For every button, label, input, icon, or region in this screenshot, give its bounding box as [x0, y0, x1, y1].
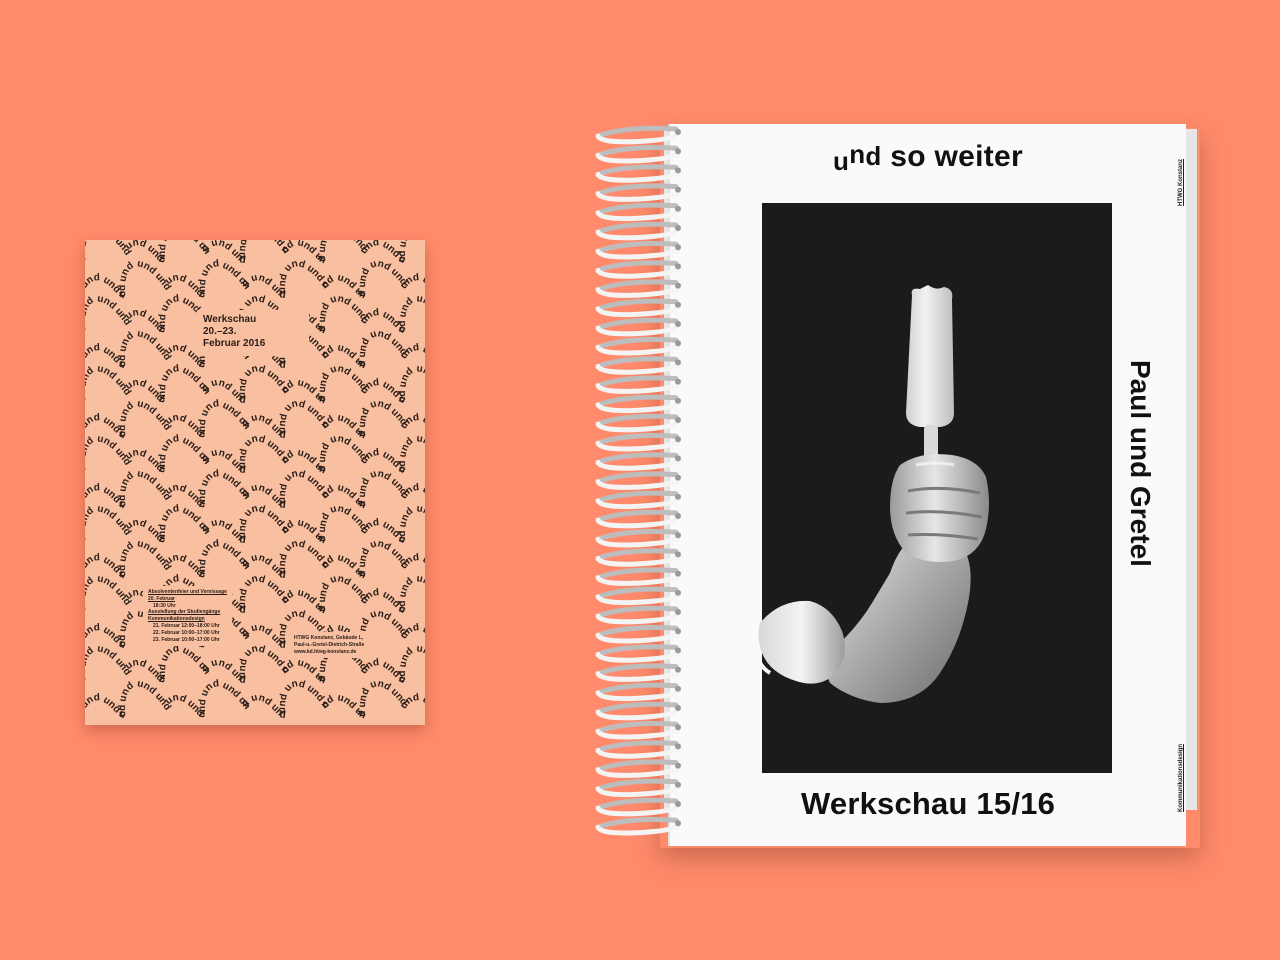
spiral-coil [595, 356, 681, 375]
poster-headline-line2: 20.–23. [203, 326, 237, 337]
schedule-line-1: Absolventenfeier und Vernissage [148, 589, 227, 595]
poster-headline-line3: Februar 2016 [203, 338, 266, 349]
spiral-coil [595, 644, 681, 663]
venue-line-2: Paul-u.-Gretel-Dietrich-Straße [294, 641, 365, 648]
stage: und und und und und und und und und und … [0, 0, 1280, 960]
popsicle-ice [906, 285, 954, 427]
spiral-coil [595, 183, 681, 202]
poster-headline-line1: Werkschau [203, 314, 257, 325]
spiral-coil [595, 509, 681, 529]
spiral-coil [595, 586, 681, 606]
spiral-binding [595, 125, 681, 836]
cover-title-und-n: n [849, 139, 866, 169]
schedule-line-4: Ausstellung der Studiengänge [148, 609, 221, 616]
schedule-line-6: 21. Februar 12:00–18:00 Uhr [153, 622, 220, 629]
spiral-coil [595, 682, 681, 702]
spiral-coil [595, 797, 681, 817]
poster-venue: HTWG Konstanz, Gebäude L, Paul-u.-Gretel… [289, 632, 370, 659]
spiral-coil [595, 452, 681, 471]
schedule-line-2: 20. Februar [148, 595, 175, 602]
werkschau-poster: und und und und und und und und und und … [85, 240, 425, 725]
spiral-coil [595, 721, 681, 740]
spiral-coil [595, 625, 681, 644]
arm-cuff [758, 600, 845, 684]
spiral-coil [595, 471, 681, 490]
poster-headline: Werkschau 20.–23. Februar 2016 [197, 310, 309, 356]
spiral-coil [595, 740, 681, 759]
venue-line-3: www.kd.htwg-konstanz.de [294, 648, 357, 655]
spiral-coil [595, 529, 681, 548]
cover-title: und so weiter [670, 139, 1186, 176]
spiral-coil [595, 221, 681, 241]
spiral-coil [595, 164, 681, 183]
schedule-line-5: Kommunikationsdesign [148, 616, 205, 623]
cover-title-und: und [833, 139, 882, 176]
spiral-coil [595, 260, 681, 279]
schedule-line-3: 18:30 Uhr [153, 602, 176, 609]
spiral-coil [595, 605, 681, 625]
venue-line-1: HTWG Konstanz, Gebäude L, [294, 635, 364, 641]
spine-label-top: HTWG Konstanz [1178, 159, 1184, 206]
spiral-coil [595, 701, 681, 721]
spiral-coil [595, 548, 681, 567]
cover-title-und-d: d [865, 141, 882, 171]
spiral-coil [595, 394, 681, 414]
schedule-line-7: 22. Februar 10:00–17:00 Uhr [153, 629, 220, 636]
cover-subtitle: Werkschau 15/16 [800, 786, 1056, 821]
spiral-coil [595, 778, 681, 798]
popsicle-arm-illustration [755, 285, 989, 703]
spiral-coil [595, 567, 681, 586]
spiral-coil [595, 279, 681, 298]
poster-schedule: Absolventenfeier und Vernissage 20. Febr… [143, 586, 232, 647]
spiral-coil [595, 298, 681, 318]
spiral-coil [595, 817, 681, 836]
spiral-coil [595, 125, 681, 145]
spiral-coil [595, 337, 681, 356]
cover-title-und-u: u [833, 146, 850, 176]
spiral-coil [595, 202, 681, 222]
spiral-coil [595, 375, 681, 394]
schedule-line-8: 23. Februar 10:00–17:00 Uhr [153, 636, 220, 643]
cover-title-rest: so weiter [881, 140, 1023, 173]
spiral-coil [595, 759, 681, 778]
pattern-wave-text: und und und und und und und und und und … [85, 240, 425, 581]
spiral-coil [595, 145, 681, 164]
pattern-wave-text: und und und und und und und und und und … [85, 240, 425, 301]
spiral-coil [595, 433, 681, 452]
spiral-coil [595, 241, 681, 260]
side-title-text: Paul und Gretel [1125, 360, 1156, 567]
cover-photo [755, 203, 1112, 773]
spiral-coil [595, 490, 681, 510]
spiral-coil [595, 663, 681, 682]
book-cover: und so weiter Paul und Gretel HTWG Konst… [668, 124, 1186, 846]
fist [890, 454, 989, 562]
spiral-coil [595, 413, 681, 433]
spiral-coil [595, 317, 681, 337]
side-title: Paul und Gretel [1122, 360, 1162, 620]
